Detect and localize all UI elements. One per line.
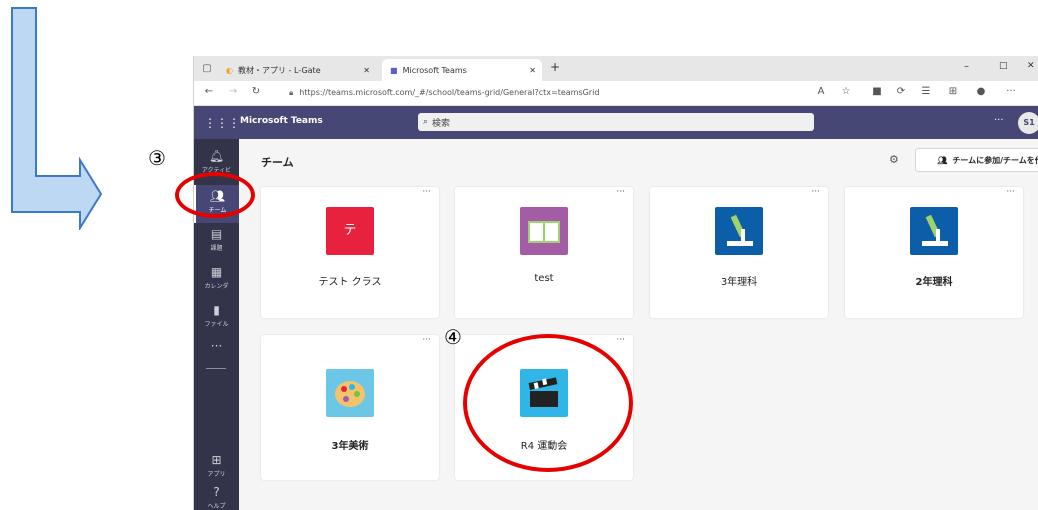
gear-icon[interactable]: ⚙ (889, 153, 899, 166)
lgate-favicon-icon: ◐ (226, 65, 233, 75)
assignments-icon: ▤ (210, 227, 223, 241)
tab-bar: ▢ ◐ 教材・アプリ - L-Gate ✕ ■ Microsoft Teams … (194, 56, 1038, 81)
team-name: テスト クラス (318, 277, 382, 288)
search-input[interactable]: ⌕ 検索 (418, 113, 814, 131)
close-window-icon[interactable]: ✕ (1027, 61, 1035, 71)
step-marker-4: ④ (444, 325, 462, 349)
team-name: 2年理科 (915, 277, 953, 288)
extension-icon[interactable]: ■ (870, 86, 884, 97)
tab-actions-icon[interactable]: ▢ (200, 63, 214, 74)
back-icon[interactable]: ← (202, 86, 216, 97)
teams-header: ⋮⋮⋮ Microsoft Teams ⌕ 検索 ··· S1 (194, 106, 1038, 139)
rail-item-files[interactable]: ▮ ファイル (194, 299, 239, 337)
team-menu-icon[interactable]: ··· (422, 335, 431, 345)
team-menu-icon[interactable]: ··· (811, 187, 820, 197)
team-name: 3年理科 (720, 277, 758, 288)
tab-lgate[interactable]: ◐ 教材・アプリ - L-Gate ✕ (226, 59, 376, 81)
close-tab-icon[interactable]: ✕ (363, 66, 370, 75)
refresh-icon[interactable]: ↻ (249, 86, 263, 97)
team-card-3rd-art[interactable]: ··· 3年美術 (261, 335, 439, 480)
lock-icon: 🔒︎ (289, 87, 294, 97)
letter-tile-icon: テ (326, 207, 374, 255)
app-launcher-icon[interactable]: ⋮⋮⋮ (204, 114, 240, 132)
microscope-icon (910, 207, 958, 255)
minimize-icon[interactable]: – (964, 61, 969, 72)
bell-icon: 🔔︎ (208, 149, 225, 163)
avatar[interactable]: S1 (1018, 112, 1038, 134)
more-options-icon[interactable]: ··· (994, 115, 1004, 126)
team-card-test-class[interactable]: ··· テ テスト クラス (261, 187, 439, 318)
calendar-icon: ▦ (210, 265, 223, 279)
forward-icon[interactable]: → (226, 86, 240, 97)
book-icon (520, 207, 568, 255)
highlight-circle-teams (175, 172, 255, 218)
new-tab-button[interactable]: + (550, 60, 560, 74)
team-menu-icon[interactable]: ··· (422, 187, 431, 197)
team-card-2nd-science[interactable]: ··· 2年理科 (845, 187, 1023, 318)
sync-icon[interactable]: ⟳ (894, 86, 908, 97)
team-name: test (534, 273, 554, 284)
browser-menu-icon[interactable]: ··· (1004, 86, 1018, 97)
favorites-bar-icon[interactable]: ☰ (919, 86, 933, 97)
file-icon: ▮ (213, 303, 220, 317)
tab-teams[interactable]: ■ Microsoft Teams ✕ (382, 59, 542, 81)
favorite-icon[interactable]: ☆ (839, 86, 853, 97)
team-card-test[interactable]: ··· test (455, 187, 633, 318)
team-menu-icon[interactable]: ··· (616, 187, 625, 197)
rail-item-assignments[interactable]: ▤ 課題 (194, 223, 239, 261)
microscope-icon (715, 207, 763, 255)
team-name: 3年美術 (331, 441, 369, 452)
url-field[interactable]: 🔒︎ https://teams.microsoft.com/_#/school… (289, 84, 809, 101)
step-marker-3: ③ (148, 146, 166, 170)
team-menu-icon[interactable]: ··· (1006, 187, 1015, 197)
app-name: Microsoft Teams (240, 116, 323, 126)
rail-item-calendar[interactable]: ▦ カレンダ (194, 261, 239, 299)
profile-icon[interactable]: ● (974, 86, 988, 97)
team-card-3rd-science[interactable]: ··· 3年理科 (650, 187, 828, 318)
maximize-icon[interactable]: □ (999, 61, 1008, 71)
palette-icon (326, 369, 374, 417)
highlight-circle-sports-day (463, 334, 633, 472)
rail-divider (206, 368, 226, 369)
rail-item-help[interactable]: ? ヘルプ (194, 481, 239, 510)
close-tab-icon[interactable]: ✕ (529, 66, 536, 75)
read-aloud-icon[interactable]: A (814, 86, 828, 97)
main-content: チーム ⚙ 👥︎ チームに参加/チームを作成 ··· テ テスト クラス ···… (239, 139, 1038, 510)
join-team-icon: 👥︎ (937, 155, 948, 165)
page-title: チーム (261, 156, 294, 169)
help-icon: ? (213, 485, 220, 499)
step-arrow (11, 7, 103, 230)
team-menu-icon[interactable]: ··· (616, 335, 625, 345)
search-icon: ⌕ (423, 117, 429, 127)
collections-icon[interactable]: ⊞ (946, 86, 960, 97)
teams-favicon-icon: ■ (390, 65, 398, 75)
address-bar-row: ← → ↻ 🔒︎ https://teams.microsoft.com/_#/… (194, 81, 1038, 106)
join-create-team-button[interactable]: 👥︎ チームに参加/チームを作成 (915, 148, 1038, 172)
apps-icon: ⊞ (211, 453, 222, 467)
